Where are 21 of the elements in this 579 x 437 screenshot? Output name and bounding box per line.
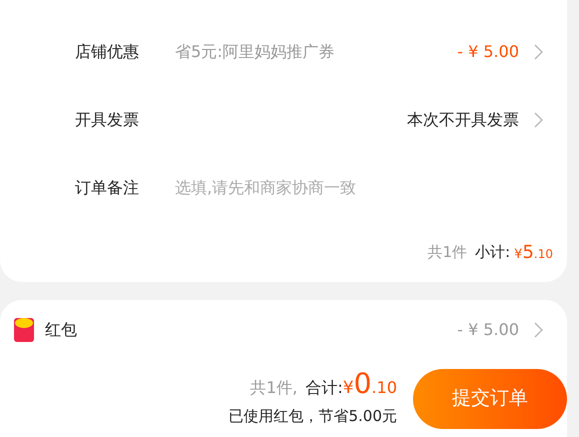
bonus-value[interactable]: - ¥ 5.00 <box>457 318 519 342</box>
row-value[interactable]: - ¥ 5.00 <box>457 40 519 64</box>
bonus-label: 红包 <box>45 319 77 341</box>
row-label: 订单备注 <box>75 177 140 199</box>
chevron-right-icon <box>533 112 543 128</box>
price-amount: ¥5.10 <box>514 240 553 264</box>
discount-note: 省5元:阿里妈妈推广券 <box>175 41 335 63</box>
price-amount: ¥0.10 <box>342 370 397 401</box>
subtotal-label: 小计: <box>475 242 510 263</box>
row-label: 开具发票 <box>75 109 140 131</box>
item-count: 共1件 <box>428 242 468 263</box>
chevron-right-icon <box>533 322 543 338</box>
envelope-icon <box>13 317 35 343</box>
note-input-field[interactable]: 选填,请先和商家协商一致 <box>175 176 543 200</box>
savings-text: 已使用红包，节省5.00元 <box>228 406 397 427</box>
item-count: 共1件, <box>250 376 298 398</box>
row-value[interactable]: 本次不开具发票 <box>407 108 519 132</box>
row-label: 店铺优惠 <box>75 41 140 63</box>
chevron-right-icon <box>533 44 543 60</box>
submit-order-button[interactable]: 提交订单 <box>413 368 567 428</box>
total-label: 合计: <box>306 376 343 398</box>
